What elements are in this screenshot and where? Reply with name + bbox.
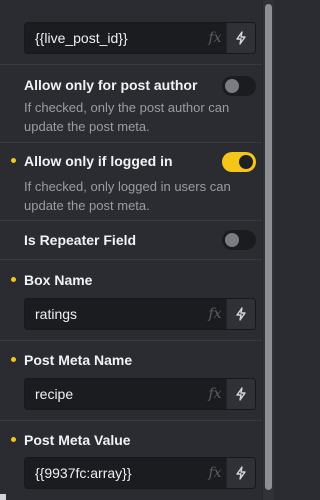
dot-indicator <box>11 437 16 442</box>
window-corner <box>0 494 6 500</box>
bolt-icon <box>236 466 246 480</box>
author-label: Allow only for post author <box>24 77 198 93</box>
toggle-knob <box>225 233 239 247</box>
meta-value-input[interactable]: {{9937fc:array}} fx <box>24 457 256 489</box>
meta-value-value[interactable]: {{9937fc:array}} <box>25 465 204 481</box>
dot-indicator <box>11 158 16 163</box>
repeater-label: Is Repeater Field <box>24 232 137 248</box>
dot-indicator <box>11 357 16 362</box>
box-name-input[interactable]: ratings fx <box>24 298 256 330</box>
repeater-toggle[interactable] <box>222 230 256 250</box>
logged-in-label: Allow only if logged in <box>24 153 173 169</box>
divider <box>0 259 262 260</box>
divider <box>0 64 262 65</box>
dynamic-data-button[interactable] <box>226 299 255 329</box>
fx-icon[interactable]: fx <box>204 306 226 322</box>
meta-value-label: Post Meta Value <box>24 432 131 448</box>
box-name-label: Box Name <box>24 272 93 288</box>
bolt-icon <box>236 31 246 45</box>
divider <box>0 220 262 221</box>
toggle-knob <box>239 155 253 169</box>
meta-name-label: Post Meta Name <box>24 352 133 368</box>
divider <box>0 340 262 341</box>
toggle-knob <box>225 79 239 93</box>
meta-name-value[interactable]: recipe <box>25 386 204 402</box>
bolt-icon <box>236 387 246 401</box>
author-toggle[interactable] <box>222 76 256 96</box>
logged-in-description: If checked, only logged in users can upd… <box>24 179 231 213</box>
author-description: If checked, only the post author can upd… <box>24 100 230 134</box>
divider <box>0 420 262 421</box>
settings-panel: {{live_post_id}} fx Allow only for post … <box>0 0 262 500</box>
fx-icon[interactable]: fx <box>204 465 226 481</box>
scrollbar[interactable] <box>262 0 274 500</box>
post-id-input[interactable]: {{live_post_id}} fx <box>24 22 256 54</box>
dynamic-data-button[interactable] <box>226 379 255 409</box>
bolt-icon <box>236 307 246 321</box>
fx-icon[interactable]: fx <box>204 386 226 402</box>
scrollbar-thumb[interactable] <box>265 4 272 490</box>
dot-indicator <box>11 277 16 282</box>
dynamic-data-button[interactable] <box>226 23 255 53</box>
divider <box>0 142 262 143</box>
box-name-value[interactable]: ratings <box>25 306 204 322</box>
fx-icon[interactable]: fx <box>204 30 226 46</box>
post-id-value[interactable]: {{live_post_id}} <box>25 30 204 46</box>
logged-in-toggle[interactable] <box>222 152 256 172</box>
dynamic-data-button[interactable] <box>226 458 255 488</box>
meta-name-input[interactable]: recipe fx <box>24 378 256 410</box>
